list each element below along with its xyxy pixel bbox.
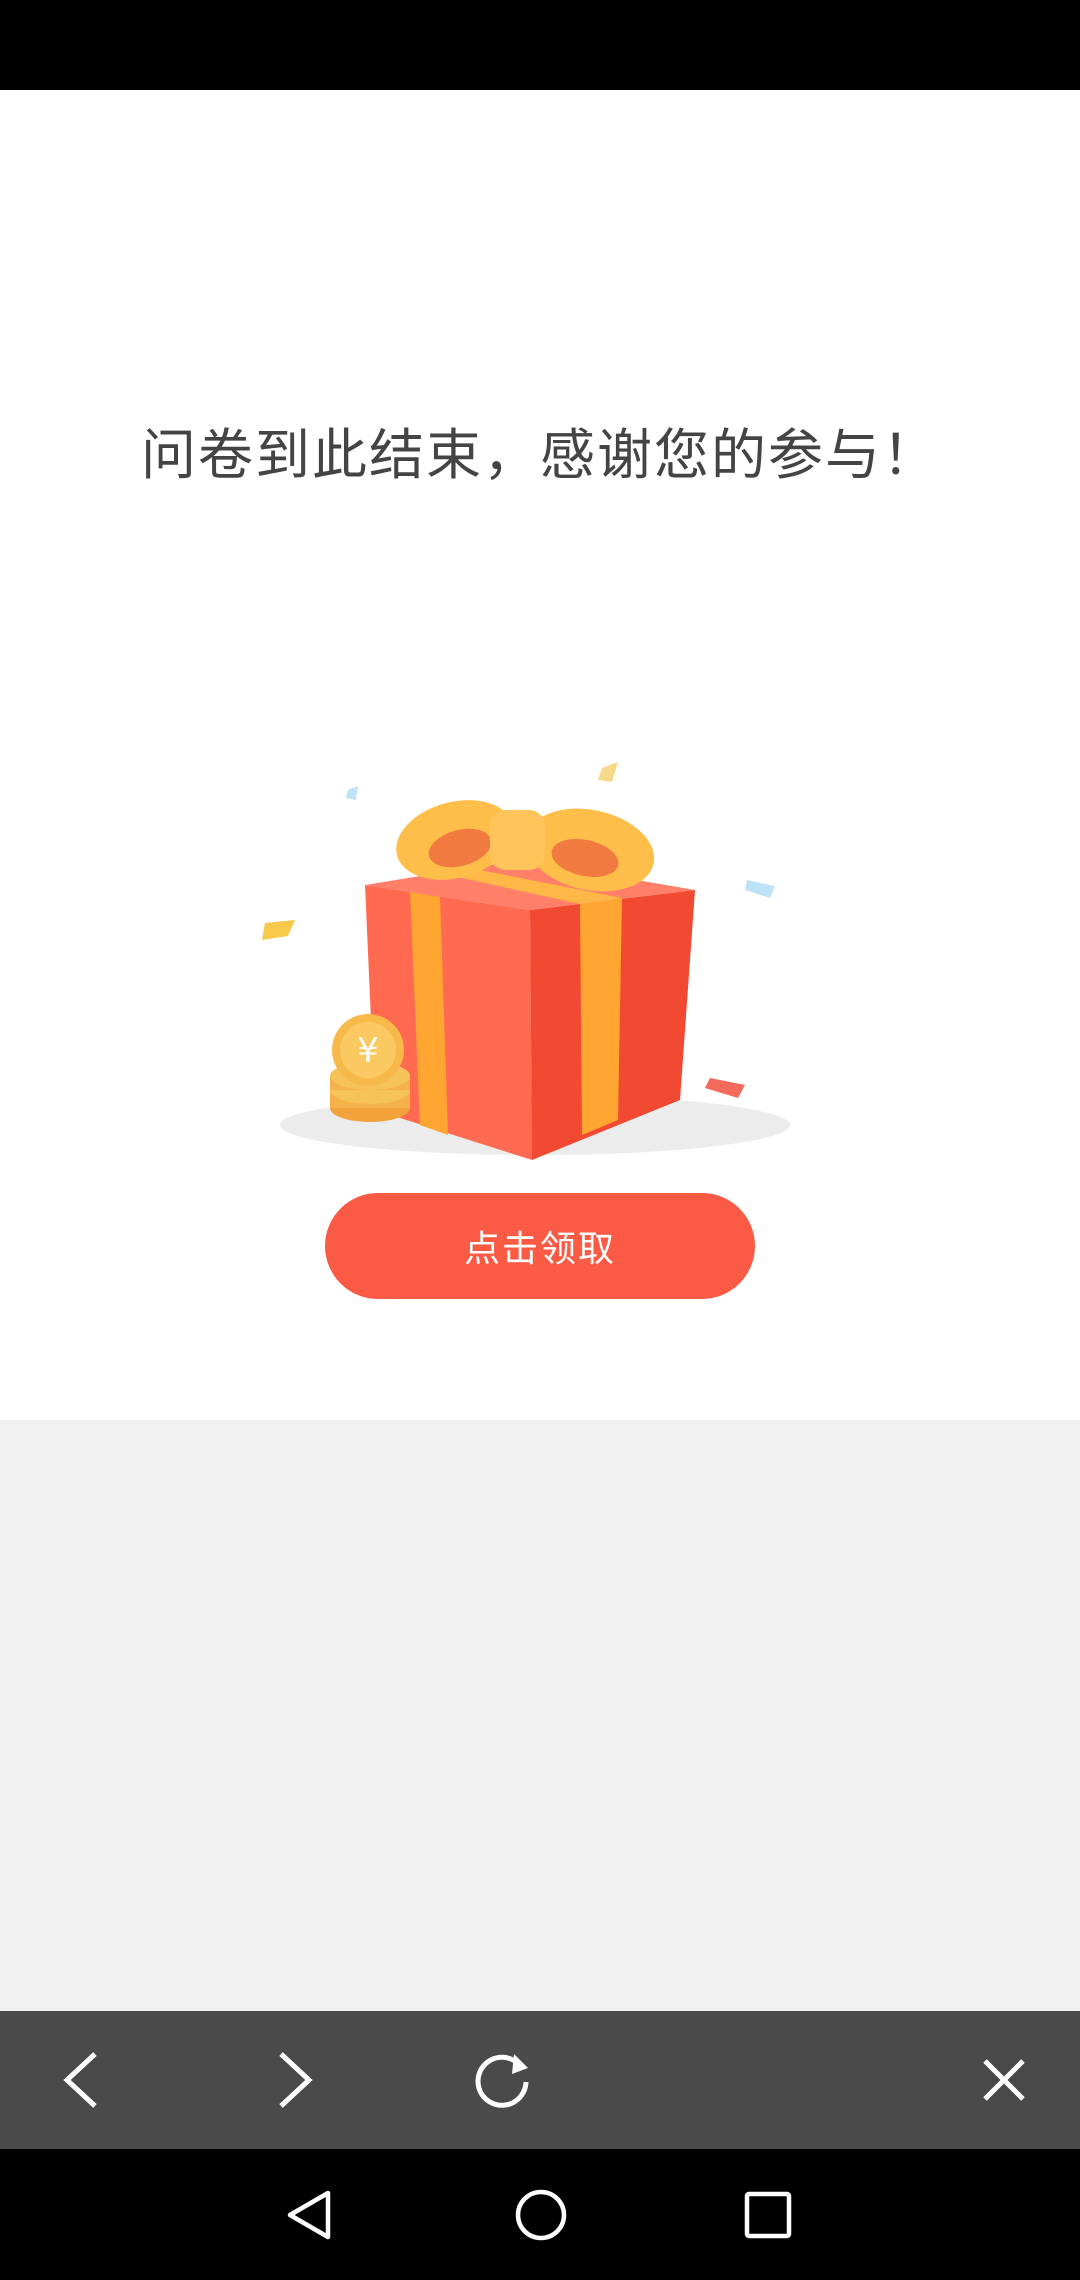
system-recents-button[interactable] <box>702 2149 833 2280</box>
system-back-button[interactable] <box>244 2149 375 2280</box>
browser-close-button[interactable] <box>935 2011 1073 2149</box>
browser-refresh-button[interactable] <box>433 2011 571 2149</box>
status-bar <box>0 0 1080 90</box>
browser-forward-button[interactable] <box>224 2011 362 2149</box>
back-icon <box>63 2052 97 2108</box>
forward-icon <box>279 2052 313 2108</box>
browser-back-button[interactable] <box>14 2011 152 2149</box>
nav-home-icon <box>515 2189 566 2240</box>
gift-box-illustration: ¥ <box>262 762 790 1160</box>
coin-yen-symbol: ¥ <box>357 1031 379 1071</box>
nav-recents-icon <box>744 2191 791 2238</box>
system-home-button[interactable] <box>475 2149 606 2280</box>
browser-toolbar <box>0 2011 1080 2149</box>
survey-end-message: 问卷到此结束，感谢您的参与！ <box>140 423 939 487</box>
refresh-icon <box>475 2054 529 2108</box>
system-navigation-bar <box>0 2149 1080 2280</box>
blank-area <box>0 1420 1080 2011</box>
nav-back-icon <box>287 2190 330 2239</box>
claim-reward-button[interactable]: 点击领取 <box>325 1193 755 1299</box>
close-icon <box>983 2059 1025 2101</box>
